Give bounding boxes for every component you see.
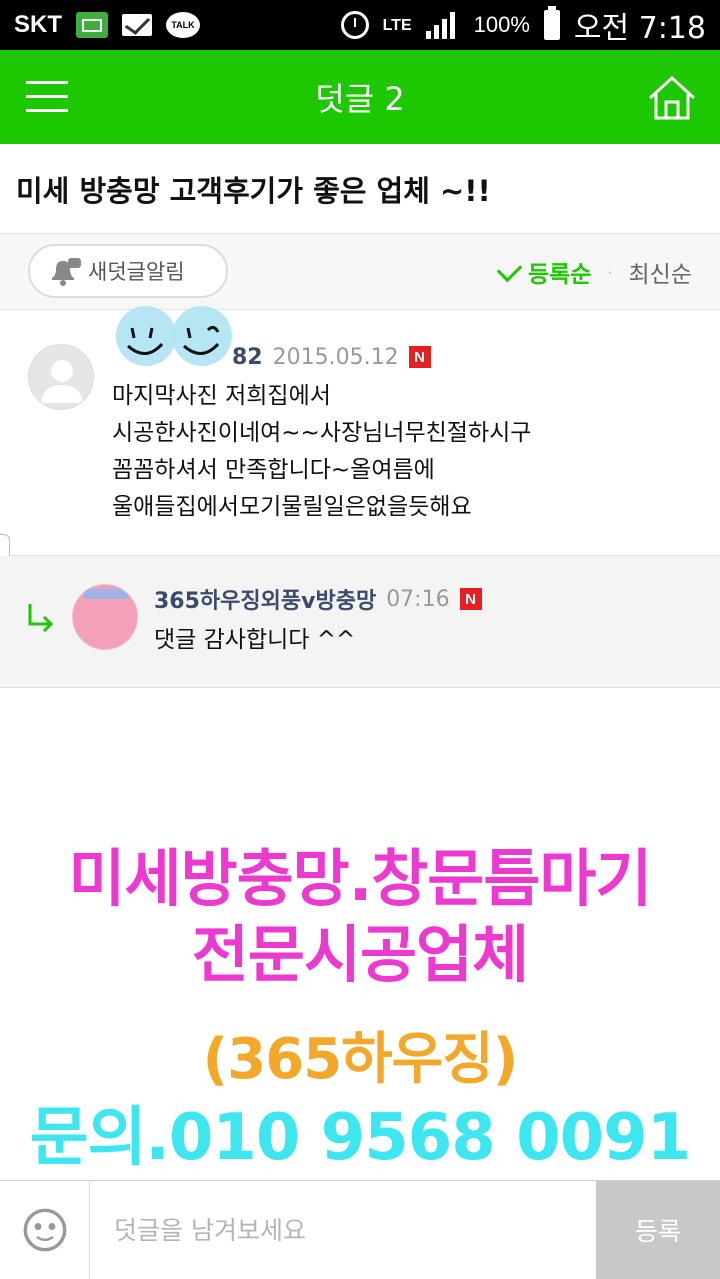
check-icon	[496, 256, 523, 282]
new-badge: N	[459, 588, 482, 610]
default-avatar-icon	[28, 344, 94, 410]
comment-input[interactable]	[92, 1181, 594, 1279]
sort-options: 등록순 · 최신순	[496, 234, 692, 310]
gmail-icon	[122, 14, 152, 36]
menu-icon[interactable]	[26, 81, 68, 113]
post-title: 미세 방충망 고객후기가 좋은 업체 ~!!	[0, 144, 720, 234]
ad-headline-2: 전문시공업체	[191, 918, 529, 991]
ad-company-name: (365하우징)	[202, 1027, 519, 1092]
signal-icon	[425, 11, 460, 39]
carrier-label: SKT	[14, 11, 62, 38]
comment-meta: 82 2015.05.12 N	[112, 340, 431, 374]
sticker-button[interactable]	[0, 1181, 90, 1279]
comment-date: 2015.05.12	[272, 344, 399, 370]
reply-avatar	[72, 584, 138, 650]
sort-by-registered-label: 등록순	[527, 262, 592, 288]
comment-input-bar: 등록	[0, 1180, 720, 1279]
app-header: 덧글 2	[0, 50, 720, 144]
bell-icon	[52, 258, 81, 286]
ad-phone: 문의.010 9568 0091	[29, 1101, 691, 1175]
status-bar: SKT TALK LTE 100% 오전 7:18	[0, 0, 720, 50]
reply-item: 365하우징외풍v방충망 07:16 N 댓글 감사합니다 ^^	[0, 556, 720, 688]
home-icon[interactable]	[646, 72, 698, 124]
comment-author[interactable]: 82	[112, 345, 263, 370]
new-badge: N	[408, 346, 431, 368]
reply-body: 댓글 감사합니다 ^^	[154, 627, 356, 653]
sort-divider: ·	[607, 262, 613, 282]
network-label: LTE	[382, 16, 412, 34]
comment-item: 82 2015.05.12 N 마지막사진 저희집에서 시공한사진이네여~~사장…	[0, 306, 720, 556]
new-comment-alert-button[interactable]: 새덧글알림	[28, 244, 228, 298]
status-right: LTE 100% 오전 7:18	[340, 3, 706, 47]
reply-arrow-icon	[28, 604, 54, 632]
sort-by-registered[interactable]: 등록순	[496, 255, 592, 289]
emoji-icon	[23, 1208, 66, 1252]
reply-author[interactable]: 365하우징외풍v방충망	[154, 583, 376, 615]
sort-by-latest[interactable]: 최신순	[629, 255, 692, 289]
comment-body: 마지막사진 저희집에서 시공한사진이네여~~사장님너무친절하시구 꼼꼼하셔서 만…	[112, 383, 532, 520]
reply-meta: 365하우징외풍v방충망 07:16 N	[154, 582, 482, 616]
submit-button[interactable]: 등록	[596, 1181, 720, 1279]
status-left: SKT TALK	[14, 11, 200, 39]
battery-icon	[543, 6, 560, 40]
alarm-icon	[340, 11, 369, 39]
battery-percent: 100%	[473, 12, 530, 37]
new-comment-alert-label: 새덧글알림	[88, 260, 185, 284]
page-title: 덧글 2	[315, 80, 405, 118]
talk-icon: TALK	[166, 12, 200, 38]
reply-time: 07:16	[386, 586, 450, 612]
message-icon	[76, 12, 108, 38]
clock: 오전 7:18	[573, 11, 706, 46]
